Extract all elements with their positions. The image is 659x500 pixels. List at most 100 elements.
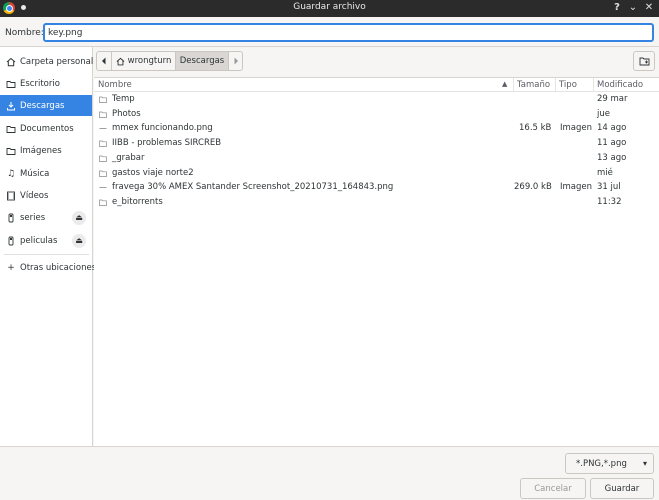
file-row[interactable]: e_bitorrents 11:32 [94,196,659,211]
file-modified: 31 jul [597,182,621,193]
file-size: 269.0 kB [514,182,552,193]
folder-icon [99,140,107,147]
sidebar-item-series[interactable]: series ⏏ [0,207,92,228]
folder-icon [99,155,107,162]
sidebar-item-label: Música [20,168,50,179]
folder-icon [99,111,107,118]
sidebar-item-musica[interactable]: ♫ Música [0,163,92,184]
sidebar-item-otras-ubicaciones[interactable]: + Otras ubicaciones [0,257,96,278]
dialog-action-bar: *.PNG,*.png ▾ Cancelar Guardar [0,446,659,500]
image-file-icon [99,128,107,130]
cancel-button[interactable]: Cancelar [520,478,586,499]
new-folder-icon [639,57,649,66]
path-forward-button[interactable] [229,51,243,71]
path-home-label: wrongturn [127,56,172,66]
new-folder-button[interactable] [633,51,655,71]
folder-icon [6,79,16,89]
video-icon [6,191,16,201]
file-modified: 29 mar [597,94,628,104]
column-header-type[interactable]: Tipo [559,80,577,90]
sidebar-item-label: Descargas [20,100,65,111]
path-home-button[interactable]: wrongturn [112,51,176,71]
folder-icon [99,170,107,177]
chevron-left-icon [102,57,106,65]
folder-icon [99,96,107,103]
places-sidebar: Carpeta personal Escritorio Descargas Do… [0,47,96,446]
file-list-header: Nombre ▲ Tamaño Tipo Modificado [94,78,659,92]
folder-icon [6,124,16,134]
chevron-down-icon: ▾ [642,459,647,468]
path-current-button[interactable]: Descargas [176,51,229,71]
sidebar-item-peliculas[interactable]: peliculas ⏏ [0,230,92,251]
name-label: Nombre: [5,28,44,38]
file-size: 16.5 kB [519,123,552,134]
path-current-label: Descargas [179,56,225,66]
file-row[interactable]: IIBB - problemas SIRCREB 11 ago [94,137,659,152]
sort-ascending-icon: ▲ [502,80,508,88]
minimize-icon[interactable]: ⌄ [626,1,640,15]
sidebar-item-escritorio[interactable]: Escritorio [0,73,92,94]
file-modified: 11 ago [597,138,627,149]
file-list: Nombre ▲ Tamaño Tipo Modificado Temp 29 … [94,77,659,446]
folder-icon [6,146,16,156]
divider [0,46,659,47]
chevron-right-icon [234,57,238,65]
sidebar-item-label: series [20,212,46,223]
sidebar-item-documentos[interactable]: Documentos [0,118,92,139]
file-name: e_bitorrents [112,196,163,207]
sidebar-item-label: Documentos [20,123,74,134]
file-modified: mié [597,167,613,178]
sidebar-divider [4,254,89,255]
file-name: IIBB - problemas SIRCREB [112,138,222,149]
filter-value: *.PNG,*.png [576,458,627,469]
image-file-icon [99,187,107,189]
path-back-button[interactable] [96,51,112,71]
file-modified: 11:32 [597,196,622,207]
file-modified: jue [597,108,610,119]
sidebar-item-label: Carpeta personal [20,56,94,67]
file-row[interactable]: mmex funcionando.png 16.5 kB Imagen 14 a… [94,122,659,137]
sidebar-item-label: Imágenes [20,145,62,156]
sidebar-item-imagenes[interactable]: Imágenes [0,140,92,161]
column-header-size[interactable]: Tamaño [517,80,550,90]
home-icon [116,57,125,65]
file-modified: 14 ago [597,123,627,134]
sidebar-item-videos[interactable]: Vídeos [0,185,92,206]
file-row[interactable]: Photos jue [94,108,659,123]
eject-icon[interactable]: ⏏ [72,233,86,248]
help-icon[interactable]: ? [610,1,624,15]
file-type-filter-select[interactable]: *.PNG,*.png ▾ [565,453,654,474]
file-name: gastos viaje norte2 [112,167,194,178]
file-name: Photos [112,108,141,119]
column-divider[interactable] [513,78,514,92]
plus-icon: + [7,262,15,273]
folder-icon [99,199,107,206]
drive-icon [6,236,16,246]
file-type: Imagen [560,182,593,193]
window-titlebar: Guardar archivo ? ⌄ ✕ [0,0,659,17]
drive-icon [6,213,16,223]
sidebar-item-label: Escritorio [20,78,60,89]
column-divider[interactable] [593,78,594,92]
file-row[interactable]: gastos viaje norte2 mié [94,167,659,182]
filename-input[interactable] [43,23,654,42]
save-button[interactable]: Guardar [590,478,654,499]
file-row[interactable]: fravega 30% AMEX Santander Screenshot_20… [94,181,659,196]
music-icon: ♫ [6,168,16,179]
file-row[interactable]: _grabar 13 ago [94,152,659,167]
sidebar-item-label: peliculas [20,235,58,246]
sidebar-item-descargas[interactable]: Descargas [0,95,92,116]
path-bar: wrongturn Descargas [96,51,243,71]
column-divider[interactable] [555,78,556,92]
column-header-modified[interactable]: Modificado [597,80,643,90]
file-row[interactable]: Temp 29 mar [94,93,659,108]
close-icon[interactable]: ✕ [642,1,656,15]
home-icon [6,57,16,67]
file-type: Imagen [560,123,593,134]
sidebar-item-label: Otras ubicaciones [20,262,97,273]
eject-icon[interactable]: ⏏ [72,210,86,225]
download-icon [6,101,16,111]
sidebar-item-carpeta-personal[interactable]: Carpeta personal [0,51,94,72]
file-name: Temp [112,94,135,104]
column-header-name[interactable]: Nombre [98,80,132,90]
